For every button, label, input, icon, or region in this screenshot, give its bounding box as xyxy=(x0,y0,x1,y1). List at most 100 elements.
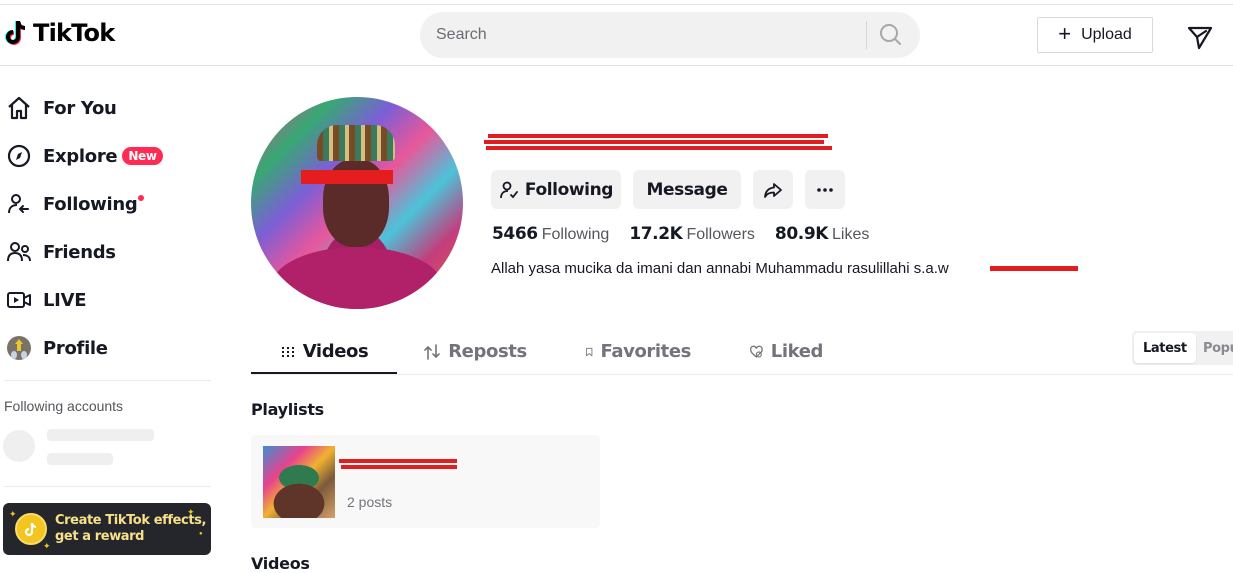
tab-reposts[interactable]: Reposts xyxy=(423,329,527,374)
playlist-thumbnail xyxy=(263,446,335,518)
redaction-line xyxy=(341,465,457,469)
tab-videos[interactable]: Videos xyxy=(251,329,397,374)
home-icon xyxy=(6,95,32,121)
stat-likes: 80.9K Likes xyxy=(775,224,869,244)
user-check-icon xyxy=(500,181,518,198)
more-options-button[interactable] xyxy=(805,170,845,209)
tiktok-note-icon xyxy=(5,20,26,45)
tab-favorites[interactable]: Favorites xyxy=(585,329,691,374)
redaction-line xyxy=(488,134,828,138)
sparkle-icon: ✦ xyxy=(187,507,195,517)
tab-label: Videos xyxy=(302,341,369,362)
sidebar-item-label: Following xyxy=(43,193,138,215)
following-button[interactable]: Following xyxy=(491,170,621,209)
redaction-line xyxy=(484,140,824,144)
following-accounts-heading: Following accounts xyxy=(4,398,124,414)
effects-banner-text: Create TikTok effects, get a reward xyxy=(55,513,206,545)
sidebar-item-label: Profile xyxy=(43,337,108,359)
sidebar-item-label: Friends xyxy=(43,241,116,263)
sidebar: For You Explore New Following Friends LI… xyxy=(0,66,220,573)
sort-popular[interactable]: Popu xyxy=(1194,333,1233,363)
friends-icon xyxy=(6,239,32,265)
redaction-line xyxy=(486,146,832,150)
logo-text: TikTok xyxy=(33,19,115,47)
tab-liked[interactable]: Liked xyxy=(749,329,823,374)
search-bar xyxy=(420,12,920,58)
stat-following[interactable]: 5466 Following xyxy=(492,224,609,244)
stat-followers[interactable]: 17.2K Followers xyxy=(629,224,755,244)
redaction-bar xyxy=(301,170,393,184)
sort-latest[interactable]: Latest xyxy=(1134,333,1196,363)
search-button[interactable] xyxy=(878,22,904,48)
sidebar-divider xyxy=(4,380,211,381)
following-icon xyxy=(6,191,32,217)
redaction-line xyxy=(990,266,1078,271)
playlist-post-count: 2 posts xyxy=(347,494,393,510)
profile-bio: Allah yasa mucika da imani dan annabi Mu… xyxy=(491,260,949,277)
sidebar-item-explore[interactable]: Explore New xyxy=(6,136,163,176)
compass-icon xyxy=(6,143,32,169)
effects-line-1: Create TikTok effects, xyxy=(55,513,207,528)
sidebar-item-label: For You xyxy=(43,97,117,119)
sparkle-icon: ✦ xyxy=(43,541,51,551)
sort-segmented-control: Latest Popu xyxy=(1132,331,1233,365)
search-divider xyxy=(866,21,867,49)
stat-label: Likes xyxy=(832,226,870,243)
redaction-line xyxy=(339,459,457,463)
share-icon xyxy=(764,182,782,198)
stat-label: Following xyxy=(541,226,610,243)
tab-label: Favorites xyxy=(600,341,692,362)
upload-button[interactable]: + Upload xyxy=(1037,17,1153,53)
top-header: TikTok + Upload xyxy=(0,4,1233,66)
avatar-photo-part xyxy=(317,125,395,161)
ellipsis-icon xyxy=(817,187,833,192)
effects-line-2: get a reward xyxy=(55,529,145,544)
tiktok-logo[interactable]: TikTok xyxy=(4,19,115,47)
effects-promo-banner[interactable]: ✦ ✦ ✦ ● Create TikTok effects, get a rew… xyxy=(3,503,211,555)
sidebar-item-following[interactable]: Following xyxy=(6,184,145,224)
sparkle-icon: ● xyxy=(199,531,203,537)
bio-redaction xyxy=(990,266,1080,272)
videos-section-title: Videos xyxy=(251,554,310,573)
notification-dot xyxy=(138,195,145,201)
new-badge: New xyxy=(122,147,163,165)
repost-icon xyxy=(424,343,441,360)
avatar-photo-part xyxy=(271,247,443,309)
bookmark-icon xyxy=(586,347,593,356)
sidebar-item-friends[interactable]: Friends xyxy=(6,232,116,272)
profile-avatar xyxy=(6,335,32,361)
playlist-card[interactable]: 2 posts xyxy=(251,435,600,528)
skeleton-avatar xyxy=(3,430,35,462)
share-button[interactable] xyxy=(753,170,793,209)
profile-avatar-large[interactable] xyxy=(251,97,463,309)
tab-label: Liked xyxy=(770,341,824,362)
profile-tabs: Videos Reposts Favorites Liked xyxy=(251,329,1233,375)
message-button[interactable]: Message xyxy=(633,170,741,209)
following-button-label: Following xyxy=(524,179,614,200)
profile-username-redacted xyxy=(484,132,832,154)
sparkle-icon: ✦ xyxy=(9,509,17,519)
message-button-label: Message xyxy=(646,179,728,200)
grid-icon xyxy=(281,346,294,357)
skeleton-line xyxy=(47,429,154,441)
search-icon xyxy=(880,24,901,45)
upload-label: Upload xyxy=(1081,26,1132,43)
playlist-name-redacted xyxy=(339,457,459,471)
send-filter-icon xyxy=(1187,26,1213,50)
plus-icon: + xyxy=(1058,21,1072,46)
sidebar-item-live[interactable]: LIVE xyxy=(6,280,87,320)
stat-value: 5466 xyxy=(492,224,538,244)
profile-stats: 5466 Following 17.2K Followers 80.9K Likes xyxy=(492,224,869,244)
search-input[interactable] xyxy=(436,12,856,58)
live-icon xyxy=(6,287,32,313)
sidebar-item-for-you[interactable]: For You xyxy=(6,88,117,128)
sidebar-item-profile[interactable]: Profile xyxy=(6,328,108,368)
sidebar-divider xyxy=(4,486,211,487)
stat-value: 80.9K xyxy=(774,224,829,244)
skeleton-line xyxy=(47,453,113,465)
heart-lock-icon xyxy=(749,345,763,358)
playlists-title: Playlists xyxy=(251,400,324,419)
tab-label: Reposts xyxy=(448,341,527,362)
inbox-button[interactable] xyxy=(1186,23,1214,51)
stat-label: Followers xyxy=(686,226,755,243)
